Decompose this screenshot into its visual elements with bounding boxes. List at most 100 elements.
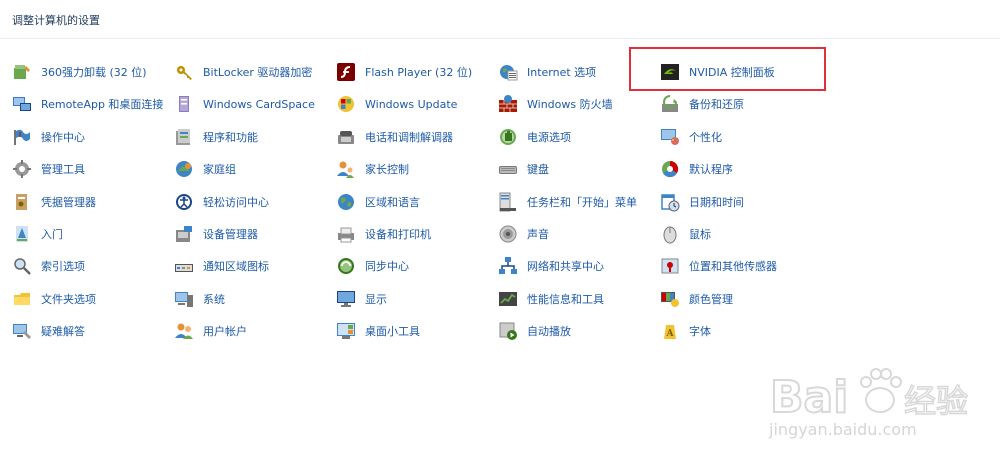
control-panel-item-label[interactable]: 电源选项 [527, 129, 571, 145]
control-panel-item-region-language-globe[interactable]: 区域和语言 [336, 190, 420, 214]
control-panel-item-label[interactable]: 用户帐户 [203, 323, 247, 339]
control-panel-item-label[interactable]: 电话和调制解调器 [365, 129, 453, 145]
control-panel-item-desktop-gadgets[interactable]: 桌面小工具 [336, 319, 420, 343]
control-panel-item-action-center-flag[interactable]: 操作中心 [12, 125, 85, 149]
control-panel-item-programs[interactable]: 程序和功能 [174, 125, 258, 149]
control-panel-item-device-manager[interactable]: 设备管理器 [174, 222, 258, 246]
control-panel-item-label[interactable]: 键盘 [527, 161, 549, 177]
control-panel-item-getting-started[interactable]: 入门 [12, 222, 63, 246]
control-panel-item-mouse[interactable]: 鼠标 [660, 222, 711, 246]
control-panel-item-troubleshooting[interactable]: 疑难解答 [12, 319, 85, 343]
control-panel-item-user-accounts[interactable]: 用户帐户 [174, 319, 247, 343]
control-panel-item-label[interactable]: 家庭组 [203, 161, 236, 177]
control-panel-item-label[interactable]: 桌面小工具 [365, 323, 420, 339]
control-panel-item-label[interactable]: 显示 [365, 291, 387, 307]
control-panel-item-label[interactable]: 凭据管理器 [41, 194, 96, 210]
control-panel-item-label[interactable]: 轻松访问中心 [203, 194, 269, 210]
control-panel-item-label[interactable]: 区域和语言 [365, 194, 420, 210]
control-panel-item-label[interactable]: 默认程序 [689, 161, 733, 177]
control-panel-item-ease-of-access[interactable]: 轻松访问中心 [174, 190, 269, 214]
flash-player-icon [336, 62, 356, 82]
control-panel-item-taskbar-start-menu[interactable]: 任务栏和「开始」菜单 [498, 190, 637, 214]
control-panel-item-label[interactable]: 同步中心 [365, 258, 409, 274]
control-panel-item-autoplay[interactable]: 自动播放 [498, 319, 571, 343]
control-panel-item-label[interactable]: 文件夹选项 [41, 291, 96, 307]
control-panel-item-parental-controls[interactable]: 家长控制 [336, 157, 409, 181]
control-panel-item-backup-restore[interactable]: 备份和还原 [660, 92, 744, 116]
control-panel-item-location-sensors[interactable]: 位置和其他传感器 [660, 254, 777, 278]
control-panel-item-credential-manager[interactable]: 凭据管理器 [12, 190, 96, 214]
control-panel-item-cardspace[interactable]: Windows CardSpace [174, 92, 315, 116]
control-panel-item-windows-update[interactable]: Windows Update [336, 92, 457, 116]
internet-options-icon [498, 62, 518, 82]
bitlocker-key-icon [174, 62, 194, 82]
control-panel-item-label[interactable]: Windows CardSpace [203, 98, 315, 111]
control-panel-item-label[interactable]: 程序和功能 [203, 129, 258, 145]
control-panel-item-label[interactable]: Windows 防火墙 [527, 96, 613, 112]
control-panel-item-fonts[interactable]: A 字体 [660, 319, 711, 343]
control-panel-item-label[interactable]: 管理工具 [41, 161, 85, 177]
control-panel-item-label[interactable]: 鼠标 [689, 226, 711, 242]
performance-icon [498, 289, 518, 309]
control-panel-item-power-options[interactable]: 电源选项 [498, 125, 571, 149]
control-panel-item-bitlocker-key[interactable]: BitLocker 驱动器加密 [174, 60, 312, 84]
control-panel-item-label[interactable]: 入门 [41, 226, 63, 242]
svg-text:A: A [666, 329, 675, 339]
control-panel-item-notification-area[interactable]: 通知区域图标 [174, 254, 269, 278]
control-panel-item-label[interactable]: 任务栏和「开始」菜单 [527, 194, 637, 210]
control-panel-item-label[interactable]: 字体 [689, 323, 711, 339]
control-panel-item-label[interactable]: 索引选项 [41, 258, 85, 274]
control-panel-item-label[interactable]: 日期和时间 [689, 194, 744, 210]
control-panel-item-sound-speaker[interactable]: 声音 [498, 222, 549, 246]
control-panel-item-sync-center[interactable]: 同步中心 [336, 254, 409, 278]
control-panel-item-date-time[interactable]: 日期和时间 [660, 190, 744, 214]
control-panel-item-network-sharing[interactable]: 网络和共享中心 [498, 254, 604, 278]
uninstall-icon [12, 62, 32, 82]
color-management-icon [660, 289, 680, 309]
control-panel-item-color-management[interactable]: 颜色管理 [660, 287, 733, 311]
control-panel-item-admin-tools[interactable]: 管理工具 [12, 157, 85, 181]
control-panel-item-flash-player[interactable]: Flash Player (32 位) [336, 60, 472, 84]
control-panel-item-label[interactable]: 自动播放 [527, 323, 571, 339]
troubleshooting-icon [12, 321, 32, 341]
control-panel-item-label[interactable]: 备份和还原 [689, 96, 744, 112]
backup-restore-icon [660, 94, 680, 114]
control-panel-item-label[interactable]: 设备和打印机 [365, 226, 431, 242]
control-panel-item-label[interactable]: 设备管理器 [203, 226, 258, 242]
control-panel-item-label[interactable]: 操作中心 [41, 129, 85, 145]
control-panel-item-label[interactable]: 声音 [527, 226, 549, 242]
control-panel-item-label[interactable]: 通知区域图标 [203, 258, 269, 274]
control-panel-item-label[interactable]: 系统 [203, 291, 225, 307]
default-programs-icon [660, 159, 680, 179]
cardspace-icon [174, 94, 194, 114]
control-panel-item-label[interactable]: Windows Update [365, 98, 457, 111]
control-panel-item-personalization[interactable]: 个性化 [660, 125, 722, 149]
control-panel-item-default-programs[interactable]: 默认程序 [660, 157, 733, 181]
control-panel-item-homegroup[interactable]: 家庭组 [174, 157, 236, 181]
control-panel-item-display-monitor[interactable]: 显示 [336, 287, 387, 311]
control-panel-item-phone-modem[interactable]: 电话和调制解调器 [336, 125, 453, 149]
control-panel-item-label[interactable]: 网络和共享中心 [527, 258, 604, 274]
control-panel-item-folder-options[interactable]: 文件夹选项 [12, 287, 96, 311]
control-panel-item-label[interactable]: Internet 选项 [527, 64, 596, 80]
control-panel-item-label[interactable]: 个性化 [689, 129, 722, 145]
control-panel-item-keyboard[interactable]: 键盘 [498, 157, 549, 181]
control-panel-item-label[interactable]: 颜色管理 [689, 291, 733, 307]
control-panel-item-label[interactable]: 性能信息和工具 [527, 291, 604, 307]
control-panel-item-label[interactable]: 位置和其他传感器 [689, 258, 777, 274]
control-panel-item-label[interactable]: RemoteApp 和桌面连接 [41, 96, 163, 112]
control-panel-item-label[interactable]: 家长控制 [365, 161, 409, 177]
control-panel-item-label[interactable]: 360强力卸载 (32 位) [41, 64, 147, 80]
control-panel-item-remoteapp[interactable]: RemoteApp 和桌面连接 [12, 92, 163, 116]
control-panel-item-uninstall[interactable]: 360强力卸载 (32 位) [12, 60, 147, 84]
control-panel-item-system[interactable]: 系统 [174, 287, 225, 311]
control-panel-item-firewall[interactable]: Windows 防火墙 [498, 92, 613, 116]
control-panel-item-performance[interactable]: 性能信息和工具 [498, 287, 604, 311]
ease-of-access-icon [174, 192, 194, 212]
control-panel-item-devices-printers[interactable]: 设备和打印机 [336, 222, 431, 246]
control-panel-item-indexing-magnifier[interactable]: 索引选项 [12, 254, 85, 278]
control-panel-item-label[interactable]: 疑难解答 [41, 323, 85, 339]
control-panel-item-label[interactable]: Flash Player (32 位) [365, 64, 472, 80]
control-panel-item-internet-options[interactable]: Internet 选项 [498, 60, 596, 84]
control-panel-item-label[interactable]: BitLocker 驱动器加密 [203, 64, 312, 80]
